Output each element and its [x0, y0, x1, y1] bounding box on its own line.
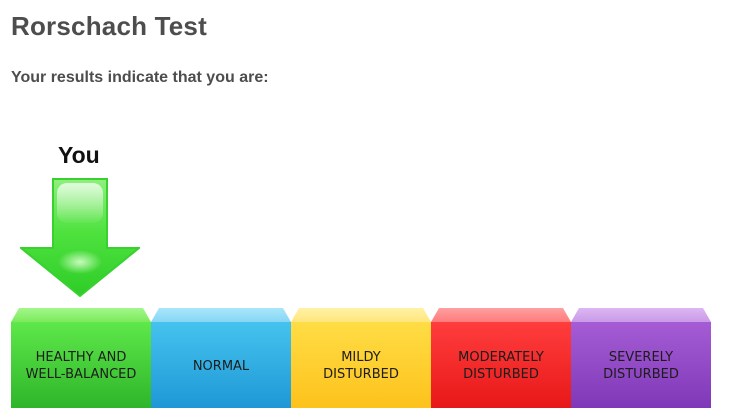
- segment-mildly-disturbed: MILDY DISTURBED: [291, 308, 431, 408]
- segment-normal: NORMAL: [151, 308, 291, 408]
- down-arrow-icon: [20, 178, 140, 298]
- results-subtitle: Your results indicate that you are:: [11, 69, 269, 86]
- segment-label: HEALTHY AND WELL-BALANCED: [25, 350, 137, 382]
- segment-moderately-disturbed: MODERATELY DISTURBED: [431, 308, 571, 408]
- segment-label: NORMAL: [192, 358, 250, 374]
- segment-label: SEVERELY DISTURBED: [603, 350, 679, 382]
- segment-label: MILDY DISTURBED: [323, 350, 399, 382]
- results-page: Rorschach Test Your results indicate tha…: [0, 0, 740, 419]
- result-scale: HEALTHY AND WELL-BALANCED NORMAL MILDY D…: [11, 308, 711, 408]
- segment-severely-disturbed: SEVERELY DISTURBED: [571, 308, 711, 408]
- segment-healthy-well-balanced: HEALTHY AND WELL-BALANCED: [11, 308, 151, 408]
- page-title: Rorschach Test: [11, 11, 207, 41]
- you-label: You: [58, 142, 100, 168]
- segment-label: MODERATELY DISTURBED: [458, 350, 544, 382]
